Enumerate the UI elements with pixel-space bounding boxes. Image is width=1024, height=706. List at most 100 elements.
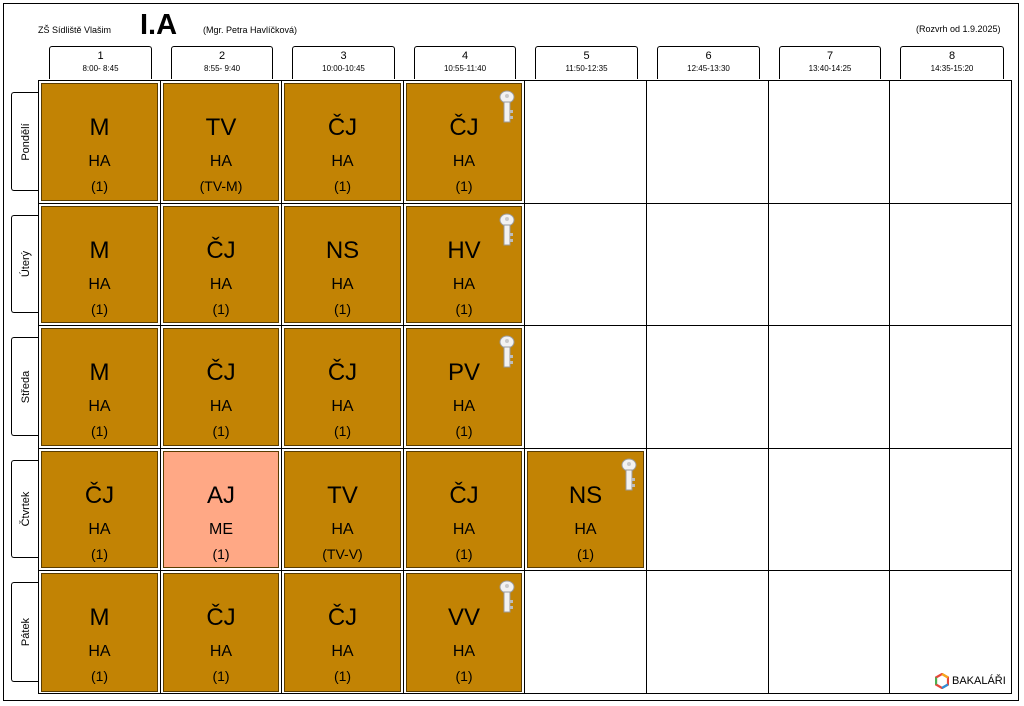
lesson-cell[interactable]: M HA (1) [41, 83, 158, 201]
lesson-subject: AJ [206, 482, 235, 509]
grid-row-line [38, 448, 1012, 449]
lesson-cell[interactable]: ČJ HA (1) [284, 83, 401, 201]
lesson-cell[interactable]: ČJ HA (1) [284, 573, 401, 692]
grid-row-line [38, 203, 1012, 204]
period-number: 6 [705, 50, 712, 62]
day-name: Pondělí [19, 122, 32, 161]
lesson-group: (1) [455, 178, 473, 194]
lesson-cell[interactable]: ČJ HA (1) [163, 328, 279, 446]
period-header-1: 1 8:00- 8:45 [49, 46, 152, 79]
period-header-5: 5 11:50-12:35 [535, 46, 638, 79]
key-icon [499, 335, 515, 369]
day-header: Pondělí [11, 92, 39, 191]
lesson-teacher: HA [88, 276, 111, 293]
lesson-group: (1) [333, 668, 352, 684]
lesson-cell[interactable]: M HA (1) [41, 328, 158, 446]
day-header: Středa [11, 337, 39, 436]
period-time: 11:50-12:35 [565, 64, 608, 73]
lesson-subject: ČJ [84, 482, 115, 509]
period-number: 4 [461, 50, 469, 62]
lesson-cell[interactable]: NS HA (1) [284, 206, 401, 323]
lesson-subject: TV [327, 482, 358, 509]
period-time: 14:35-15:20 [930, 64, 974, 73]
lesson-subject: M [89, 359, 110, 386]
key-icon [499, 580, 515, 614]
period-header-8: 8 14:35-15:20 [900, 46, 1004, 79]
key-icon [621, 458, 637, 492]
lesson-teacher: HA [452, 643, 476, 660]
period-time: 8:00- 8:45 [82, 64, 119, 73]
bakalari-logo: BAKALÁŘI [935, 673, 1006, 689]
lesson-group: (1) [333, 423, 352, 439]
period-number: 2 [218, 50, 226, 62]
lesson-cell[interactable]: ČJ HA (1) [41, 451, 158, 568]
day-name: Pátek [19, 617, 32, 647]
lesson-group: (1) [455, 423, 473, 439]
day-header: Pátek [11, 582, 39, 682]
lesson-teacher: HA [452, 521, 476, 538]
lesson-group: (1) [90, 546, 109, 562]
lesson-subject: M [89, 114, 110, 141]
period-number: 8 [948, 50, 956, 62]
lesson-subject: ČJ [206, 604, 236, 631]
day-header: Čtvrtek [11, 460, 39, 558]
lesson-subject: M [89, 604, 110, 631]
lesson-teacher: HA [209, 643, 233, 660]
period-time: 12:45-13:30 [687, 64, 730, 73]
lesson-group: (1) [455, 546, 473, 562]
lesson-teacher: HA [331, 153, 354, 170]
period-time: 13:40-14:25 [808, 64, 852, 73]
lesson-group: (TV-M) [199, 178, 243, 194]
day-name: Úterý [19, 250, 32, 278]
class-name: I.A [140, 9, 178, 41]
lesson-cell[interactable]: ČJ HA (1) [406, 451, 522, 568]
lesson-cell[interactable]: ČJ HA (1) [163, 573, 279, 692]
lesson-cell[interactable]: TV HA (TV-M) [163, 83, 279, 201]
lesson-subject: TV [205, 114, 237, 141]
lesson-teacher: HA [331, 398, 354, 415]
lesson-teacher: HA [452, 398, 476, 415]
period-number: 7 [826, 50, 834, 62]
grid-column-line [524, 80, 525, 694]
lesson-cell[interactable]: PV HA (1) [406, 328, 522, 446]
lesson-subject: ČJ [206, 237, 236, 264]
lesson-cell[interactable]: HV HA (1) [406, 206, 522, 323]
lesson-teacher: HA [209, 153, 233, 170]
period-number: 5 [583, 50, 590, 62]
lesson-cell[interactable]: NS HA (1) [527, 451, 644, 568]
lesson-group: (1) [212, 546, 230, 562]
period-header-4: 4 10:55-11:40 [414, 46, 516, 79]
lesson-cell[interactable]: M HA (1) [41, 206, 158, 323]
grid-column-line [403, 80, 404, 694]
period-time: 8:55- 9:40 [203, 64, 241, 73]
period-header-6: 6 12:45-13:30 [657, 46, 760, 79]
day-header: Úterý [11, 215, 39, 313]
lesson-group: (1) [455, 301, 473, 317]
lesson-teacher: HA [209, 398, 233, 415]
lesson-cell[interactable]: ČJ HA (1) [284, 328, 401, 446]
valid-from: (Rozvrh od 1.9.2025) [916, 24, 1001, 34]
lesson-cell[interactable]: VV HA (1) [406, 573, 522, 692]
lesson-teacher: HA [331, 643, 354, 660]
lesson-cell[interactable]: AJ ME (1) [163, 451, 279, 568]
period-number: 1 [97, 50, 104, 62]
class-teacher: (Mgr. Petra Havlíčková) [203, 25, 298, 35]
period-header-7: 7 13:40-14:25 [779, 46, 881, 79]
lesson-teacher: HA [88, 521, 111, 538]
day-name: Čtvrtek [19, 491, 32, 527]
lesson-cell[interactable]: ČJ HA (1) [163, 206, 279, 323]
lesson-cell[interactable]: ČJ HA (1) [406, 83, 522, 201]
lesson-subject: ČJ [449, 482, 479, 509]
lesson-cell[interactable]: M HA (1) [41, 573, 158, 692]
lesson-group: (TV-V) [322, 546, 363, 562]
lesson-subject: ČJ [327, 114, 358, 141]
lesson-teacher: HA [574, 521, 597, 538]
lesson-group: (1) [90, 423, 109, 439]
grid-column-line [160, 80, 161, 694]
lesson-teacher: HA [88, 153, 111, 170]
lesson-cell[interactable]: TV HA (TV-V) [284, 451, 401, 568]
lesson-teacher: HA [331, 521, 354, 538]
period-time: 10:55-11:40 [443, 64, 487, 73]
lesson-subject: NS [325, 237, 360, 264]
key-icon [499, 213, 515, 247]
